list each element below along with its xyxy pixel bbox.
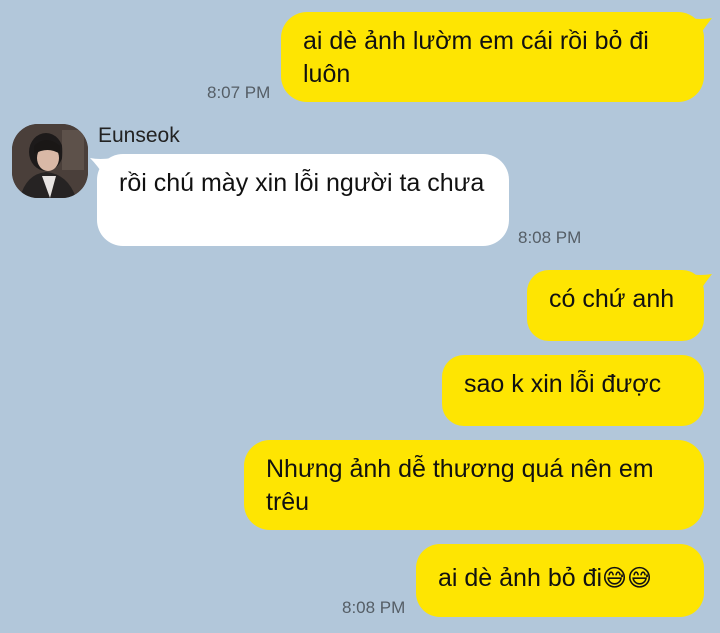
message-bubble-mine[interactable]: Nhưng ảnh dễ thương quá nên em trêu	[244, 440, 704, 530]
message-timestamp: 8:08 PM	[518, 228, 582, 247]
bubble-tail	[690, 274, 712, 294]
message-text: ai dè ảnh bỏ đi	[438, 564, 603, 592]
message-bubble-mine[interactable]: ai dè ảnh lườm em cái rồi bỏ đi luôn	[281, 12, 704, 102]
message-bubble-mine[interactable]: ai dè ảnh bỏ đi😅😅	[416, 544, 704, 617]
sweat-smile-emoji-icon: 😅😅	[602, 564, 653, 592]
message-timestamp: 8:08 PM	[342, 598, 406, 617]
message-text: rồi chú mày xin lỗi người ta chưa	[119, 169, 485, 197]
message-text: sao k xin lỗi được	[464, 370, 662, 398]
message-text: có chứ anh	[549, 285, 675, 313]
message-bubble-mine[interactable]: sao k xin lỗi được	[442, 355, 704, 426]
message-bubble-mine[interactable]: có chứ anh	[527, 270, 704, 341]
profile-photo-icon	[12, 124, 88, 198]
message-bubble-theirs[interactable]: rồi chú mày xin lỗi người ta chưa	[97, 154, 509, 246]
message-timestamp: 8:07 PM	[207, 83, 271, 102]
avatar[interactable]	[12, 124, 88, 198]
message-text: Nhưng ảnh dễ thương quá nên em trêu	[266, 455, 654, 516]
bubble-tail	[690, 18, 712, 38]
sender-name: Eunseok	[98, 124, 180, 147]
message-text: ai dè ảnh lườm em cái rồi bỏ đi luôn	[303, 27, 649, 88]
